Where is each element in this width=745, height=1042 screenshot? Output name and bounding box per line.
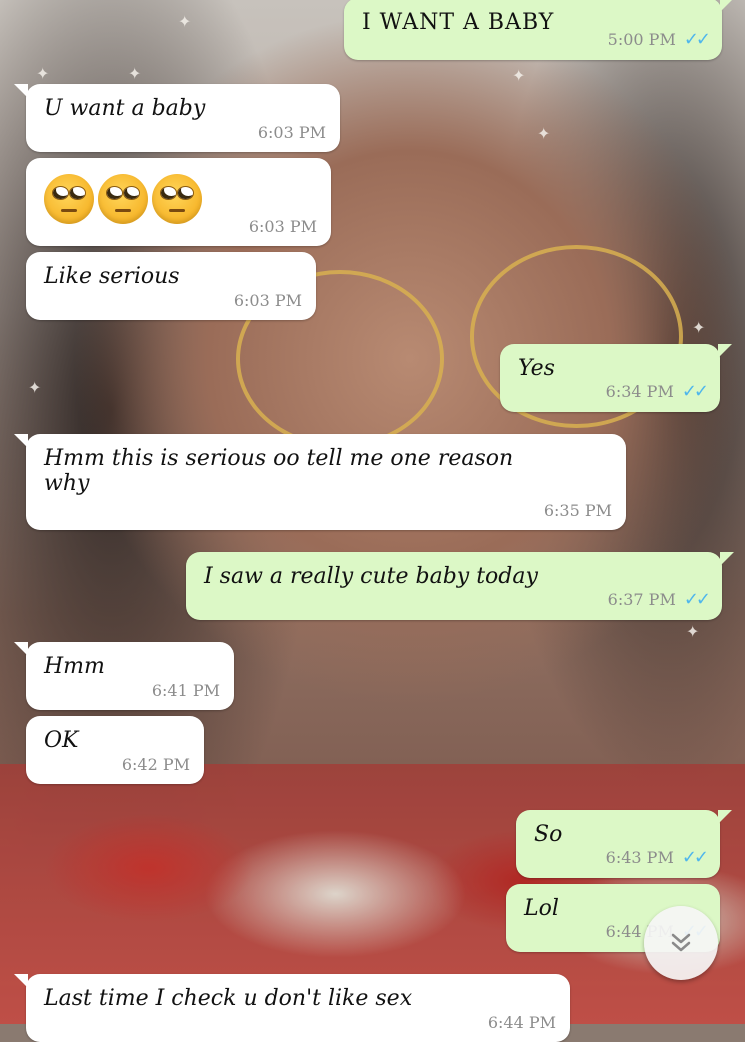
message-time: 6:43 PM	[605, 848, 674, 867]
message-meta: 6:34 PM ✓✓	[605, 381, 709, 402]
message-text: Like serious	[44, 264, 180, 289]
message-incoming[interactable]: U want a baby 6:03 PM	[14, 84, 340, 152]
double-check-icon: ✓✓	[683, 589, 711, 610]
message-time: 6:44 PM	[487, 1013, 556, 1032]
scroll-to-bottom-button[interactable]	[644, 906, 718, 980]
message-time: 6:35 PM	[543, 501, 612, 520]
message-text: So	[534, 822, 563, 847]
sparkle-icon: ✦	[178, 12, 192, 31]
sparkle-icon: ✦	[28, 378, 42, 397]
message-incoming[interactable]: Hmm this is serious oo tell me one reaso…	[14, 434, 626, 530]
message-time: 6:03 PM	[257, 123, 326, 142]
message-time: 6:34 PM	[605, 382, 674, 401]
double-chevron-down-icon	[671, 933, 691, 952]
sparkle-icon: ✦	[512, 66, 526, 85]
message-outgoing[interactable]: I WANT A BABY 5:00 PM ✓✓	[344, 0, 734, 60]
sparkle-icon: ✦	[537, 124, 551, 143]
double-check-icon: ✓✓	[681, 847, 709, 868]
message-meta: 6:37 PM ✓✓	[607, 589, 711, 610]
message-text: Yes	[518, 356, 555, 381]
message-text-line: Hmm this is serious oo tell me one reaso…	[44, 446, 514, 471]
face-with-rolling-eyes-icon	[98, 174, 148, 224]
message-text: Hmm	[44, 654, 105, 679]
message-outgoing[interactable]: Yes 6:34 PM ✓✓	[500, 344, 732, 412]
message-time: 5:00 PM	[607, 30, 676, 49]
message-text: U want a baby	[44, 96, 206, 121]
message-time: 6:37 PM	[607, 590, 676, 609]
sparkle-icon: ✦	[686, 622, 700, 641]
double-check-icon: ✓✓	[683, 29, 711, 50]
message-text: OK	[44, 728, 79, 753]
message-incoming[interactable]: Hmm 6:41 PM	[14, 642, 234, 710]
message-outgoing[interactable]: So 6:43 PM ✓✓	[516, 810, 732, 878]
message-text: I WANT A BABY	[362, 10, 555, 35]
message-time: 6:03 PM	[233, 291, 302, 310]
sparkle-icon: ✦	[36, 64, 50, 83]
message-incoming[interactable]: Last time I check u don't like sex 6:44 …	[14, 974, 570, 1042]
double-check-icon: ✓✓	[681, 381, 709, 402]
message-incoming[interactable]: Like serious 6:03 PM	[26, 252, 316, 320]
face-with-rolling-eyes-icon	[152, 174, 202, 224]
sparkle-icon: ✦	[128, 64, 142, 83]
sparkle-icon: ✦	[692, 318, 706, 337]
message-text: Lol	[524, 896, 559, 921]
message-text: I saw a really cute baby today	[204, 564, 538, 589]
message-outgoing[interactable]: I saw a really cute baby today 6:37 PM ✓✓	[186, 552, 734, 620]
message-incoming-emoji[interactable]: 6:03 PM	[26, 158, 331, 246]
message-time: 6:41 PM	[151, 681, 220, 700]
message-text-line: why	[44, 471, 90, 496]
message-meta: 5:00 PM ✓✓	[607, 29, 711, 50]
face-with-rolling-eyes-icon	[44, 174, 94, 224]
message-text: Last time I check u don't like sex	[44, 986, 413, 1011]
message-meta: 6:43 PM ✓✓	[605, 847, 709, 868]
message-time: 6:42 PM	[121, 755, 190, 774]
message-time: 6:03 PM	[248, 217, 317, 236]
message-incoming[interactable]: OK 6:42 PM	[26, 716, 204, 784]
